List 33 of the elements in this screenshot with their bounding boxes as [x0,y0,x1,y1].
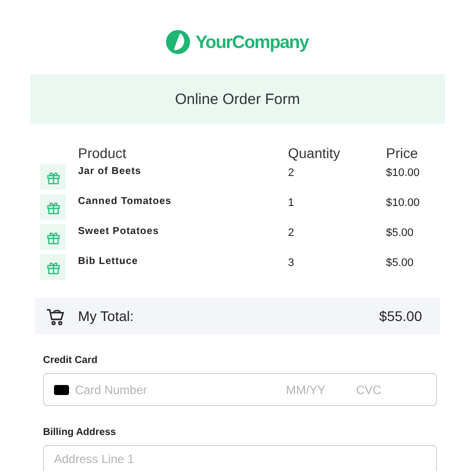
product-name: Sweet Potatoes [78,225,160,237]
price-cell-text: $10.00 [386,166,421,179]
logo-icon [166,30,190,54]
column-header: Price [386,145,419,161]
company-logo-text: YourCompany [196,32,308,52]
field-label: Billing Address [43,427,117,438]
price-cell-text: $10.00 [386,196,421,209]
gift-icon [40,164,66,190]
address-input[interactable]: Address Line 1 [43,445,437,471]
product-name: Jar of Beets [78,165,142,177]
card-icon [54,384,69,394]
gift-icon [40,194,66,220]
total-amount: $55.00 [379,308,422,324]
quantity-cell-text: 2 [288,226,296,239]
field-label: Credit Card [43,355,98,366]
product-name: Bib Lettuce [78,255,139,267]
credit-card-field[interactable]: Card Number MM/YY CVC [43,373,437,406]
gift-icon [40,254,66,280]
price-cell-text: $5.00 [386,226,415,239]
quantity-cell-text: 3 [288,256,296,269]
product-name: Canned Tomatoes [78,195,172,207]
cart-icon [46,306,65,326]
form-title: Online Order Form [174,90,300,108]
total-label: My Total: [78,308,135,324]
expiry-input[interactable]: MM/YY [286,382,356,396]
column-header: Quantity [288,145,342,161]
price-cell-text: $5.00 [386,256,415,269]
quantity-cell-text: 1 [288,196,296,209]
cvc-input[interactable]: CVC [356,382,426,396]
card-number-input[interactable]: Card Number [75,382,286,396]
quantity-cell-text: 2 [288,166,296,179]
gift-icon [40,224,66,250]
column-header: Product [78,145,128,161]
